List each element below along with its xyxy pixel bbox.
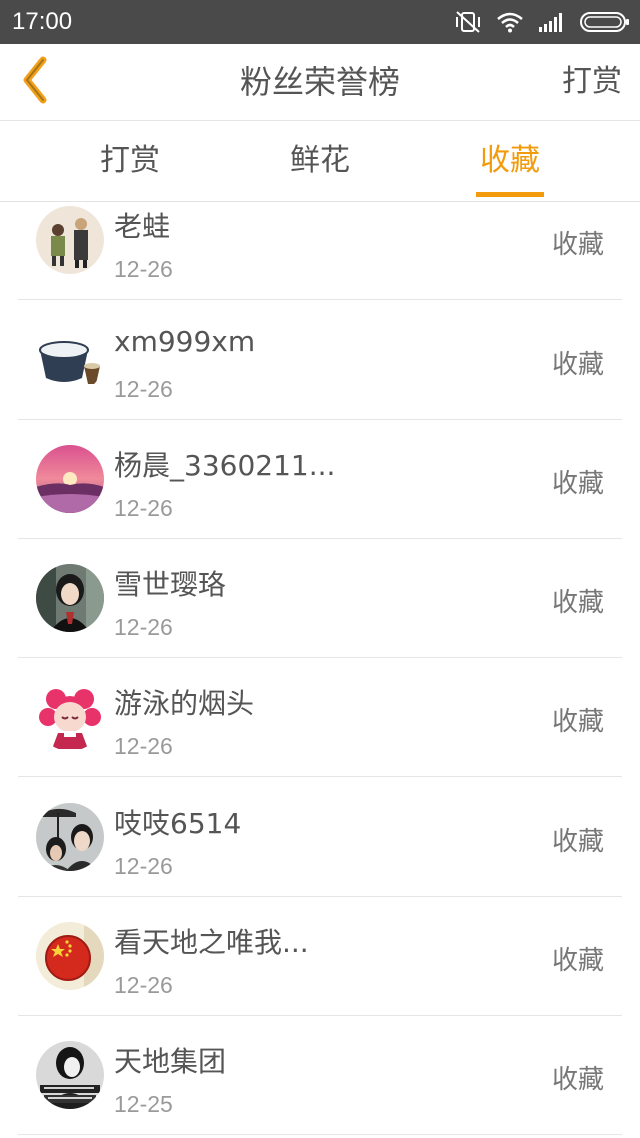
action-label: 收藏 [551, 707, 604, 737]
action-label: 收藏 [551, 1065, 604, 1095]
tab-label: 打赏 [100, 143, 160, 178]
action-label: 收藏 [551, 469, 604, 499]
status-icons [454, 8, 630, 36]
list-item[interactable]: 吱吱6514 12-26 收藏 [0, 778, 640, 897]
avatar [36, 922, 104, 990]
date: 12-26 [114, 853, 173, 879]
user-name: 天地集团 [114, 1045, 227, 1078]
status-time: 17:00 [12, 8, 73, 35]
date: 12-25 [114, 1091, 173, 1117]
user-name: 游泳的烟头 [114, 687, 255, 720]
date: 12-26 [114, 376, 173, 402]
avatar [36, 445, 104, 513]
tab-favorites[interactable]: 收藏 [440, 121, 580, 201]
date: 12-26 [114, 733, 173, 759]
mute-vibrate-icon [454, 10, 482, 34]
status-bar: 17:00 [0, 0, 640, 44]
date: 12-26 [114, 256, 173, 282]
date: 12-26 [114, 972, 173, 998]
user-name: 看天地之唯我... [114, 926, 309, 959]
divider [18, 776, 622, 777]
list-item[interactable]: 游泳的烟头 12-26 收藏 [0, 658, 640, 777]
user-name: xm999xm [114, 325, 256, 358]
wifi-icon [496, 11, 524, 33]
active-tab-indicator [476, 192, 544, 197]
avatar [36, 1041, 104, 1109]
action-label: 收藏 [551, 827, 604, 857]
reward-button[interactable]: 打赏 [562, 44, 622, 120]
fan-list[interactable]: 老蛙 12-26 收藏 xm999xm 12-26 收藏 杨晨_3360211.… [0, 202, 640, 1138]
action-label: 收藏 [551, 588, 604, 618]
avatar [36, 683, 104, 751]
back-button[interactable] [10, 54, 60, 110]
user-name: 杨晨_3360211... [114, 449, 336, 482]
action-label: 收藏 [551, 350, 604, 380]
page-title: 粉丝荣誉榜 [239, 63, 400, 101]
header: 粉丝荣誉榜 打赏 [0, 44, 640, 121]
action-label: 收藏 [551, 946, 604, 976]
user-name: 雪世璎珞 [114, 568, 227, 601]
divider [18, 1134, 622, 1135]
avatar [36, 326, 104, 394]
list-item[interactable]: 老蛙 12-26 收藏 [0, 202, 640, 300]
user-name: 老蛙 [114, 210, 171, 243]
user-name: 吱吱6514 [114, 807, 242, 840]
tab-reward[interactable]: 打赏 [60, 121, 200, 201]
list-item[interactable]: 杨晨_3360211... 12-26 收藏 [0, 420, 640, 539]
list-item[interactable]: xm999xm 12-26 收藏 [0, 301, 640, 420]
signal-icon [538, 11, 566, 33]
avatar [36, 206, 104, 274]
action-label: 收藏 [551, 230, 604, 260]
date: 12-26 [114, 495, 173, 521]
divider [18, 299, 622, 300]
avatar [36, 803, 104, 871]
chevron-left-icon [17, 56, 53, 108]
date: 12-26 [114, 614, 173, 640]
tab-label: 鲜花 [290, 143, 350, 178]
list-item[interactable]: 天地集团 12-25 收藏 [0, 1016, 640, 1135]
battery-icon [580, 11, 630, 33]
tab-flowers[interactable]: 鲜花 [250, 121, 390, 201]
list-item[interactable]: 雪世璎珞 12-26 收藏 [0, 539, 640, 658]
avatar [36, 564, 104, 632]
list-item[interactable]: 看天地之唯我... 12-26 收藏 [0, 897, 640, 1016]
tab-bar: 打赏 鲜花 收藏 [0, 121, 640, 202]
tab-label: 收藏 [480, 143, 540, 178]
